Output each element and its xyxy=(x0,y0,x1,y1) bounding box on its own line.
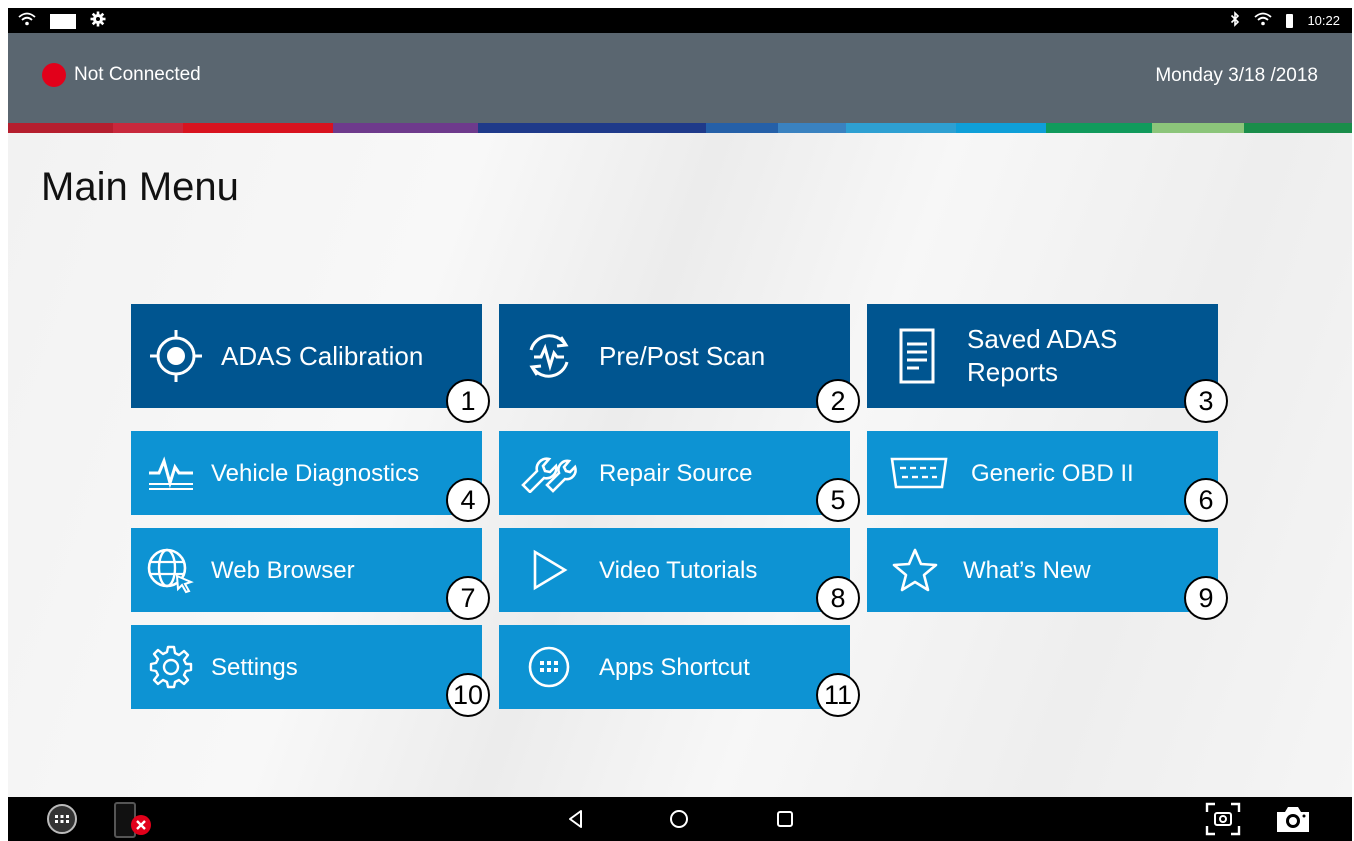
tile-label: Pre/Post Scan xyxy=(599,340,766,371)
target-icon xyxy=(131,327,221,385)
saved-adas-reports-tile[interactable]: Saved ADAS Reports xyxy=(867,304,1218,408)
tile-number-badge: 3 xyxy=(1184,379,1228,423)
tile-number-badge: 9 xyxy=(1184,576,1228,620)
settings-tile[interactable]: Settings xyxy=(131,625,482,709)
tile-label: Video Tutorials xyxy=(599,556,758,584)
screen: 10:22 Not Connected Monday 3/18 /2018 Ma… xyxy=(8,8,1352,841)
tile-label: Generic OBD II xyxy=(971,459,1134,487)
generic-obd-tile[interactable]: Generic OBD II xyxy=(867,431,1218,515)
navigation-bar xyxy=(8,797,1352,841)
tile-number-badge: 8 xyxy=(816,576,860,620)
status-bar: 10:22 xyxy=(8,8,1352,33)
connection-indicator: Not Connected xyxy=(42,63,201,87)
tile-label: Vehicle Diagnostics xyxy=(211,459,420,487)
video-tutorials-tile[interactable]: Video Tutorials xyxy=(499,528,850,612)
scan-cycle-icon xyxy=(499,328,599,384)
app-drawer-button[interactable] xyxy=(40,801,84,837)
tile-label: What’s New xyxy=(963,556,1091,584)
web-browser-tile[interactable]: Web Browser xyxy=(131,528,482,612)
tile-number-badge: 7 xyxy=(446,576,490,620)
pre-post-scan-tile[interactable]: Pre/Post Scan xyxy=(499,304,850,408)
disconnected-device-icon[interactable] xyxy=(106,799,156,839)
brand-stripe xyxy=(8,123,1352,133)
main-content: Main Menu ADAS Calibration Pre/Post Scan… xyxy=(8,133,1352,797)
globe-cursor-icon xyxy=(131,546,211,594)
tile-number-badge: 4 xyxy=(446,478,490,522)
tile-number-badge: 1 xyxy=(446,379,490,423)
battery-icon xyxy=(1286,13,1294,28)
connection-status: Not Connected xyxy=(74,64,201,85)
tile-label: Settings xyxy=(211,653,298,681)
whats-new-tile[interactable]: What’s New xyxy=(867,528,1218,612)
status-time: 10:22 xyxy=(1307,13,1340,28)
page-title: Main Menu xyxy=(41,165,239,209)
obd-connector-icon xyxy=(867,455,971,491)
apps-shortcut-tile[interactable]: Apps Shortcut xyxy=(499,625,850,709)
apps-grid-icon xyxy=(499,644,599,690)
adas-calibration-tile[interactable]: ADAS Calibration xyxy=(131,304,482,408)
wifi-icon xyxy=(1254,12,1273,29)
screen-capture-icon[interactable] xyxy=(1200,799,1246,839)
tile-label: ADAS Calibration xyxy=(221,340,424,371)
camera-icon[interactable] xyxy=(1270,799,1316,839)
vehicle-diagnostics-tile[interactable]: Vehicle Diagnostics xyxy=(131,431,482,515)
tile-number-badge: 5 xyxy=(816,478,860,522)
status-dot-icon xyxy=(42,63,66,87)
tile-number-badge: 2 xyxy=(816,379,860,423)
tile-label: Web Browser xyxy=(211,556,355,584)
tile-number-badge: 10 xyxy=(446,673,490,717)
play-icon xyxy=(499,548,599,592)
recents-button[interactable] xyxy=(769,803,801,835)
notification-icon xyxy=(50,14,76,29)
tile-label: Apps Shortcut xyxy=(599,653,750,681)
star-icon xyxy=(867,547,963,593)
tile-label: Saved ADAS Reports xyxy=(967,324,1118,387)
wifi-icon xyxy=(18,12,36,31)
tile-number-badge: 11 xyxy=(816,673,860,717)
bluetooth-icon xyxy=(1230,11,1240,30)
back-button[interactable] xyxy=(560,803,592,835)
tile-number-badge: 6 xyxy=(1184,478,1228,522)
app-header: Not Connected Monday 3/18 /2018 xyxy=(8,33,1352,123)
wrench-icon xyxy=(499,453,599,493)
home-button[interactable] xyxy=(663,803,695,835)
gear-icon xyxy=(90,11,106,32)
tile-label: Repair Source xyxy=(599,459,753,487)
repair-source-tile[interactable]: Repair Source xyxy=(499,431,850,515)
gear-icon xyxy=(131,644,211,690)
diagnostics-waveform-icon xyxy=(131,451,211,495)
header-date: Monday 3/18 /2018 xyxy=(1155,65,1318,86)
document-icon xyxy=(867,326,967,386)
